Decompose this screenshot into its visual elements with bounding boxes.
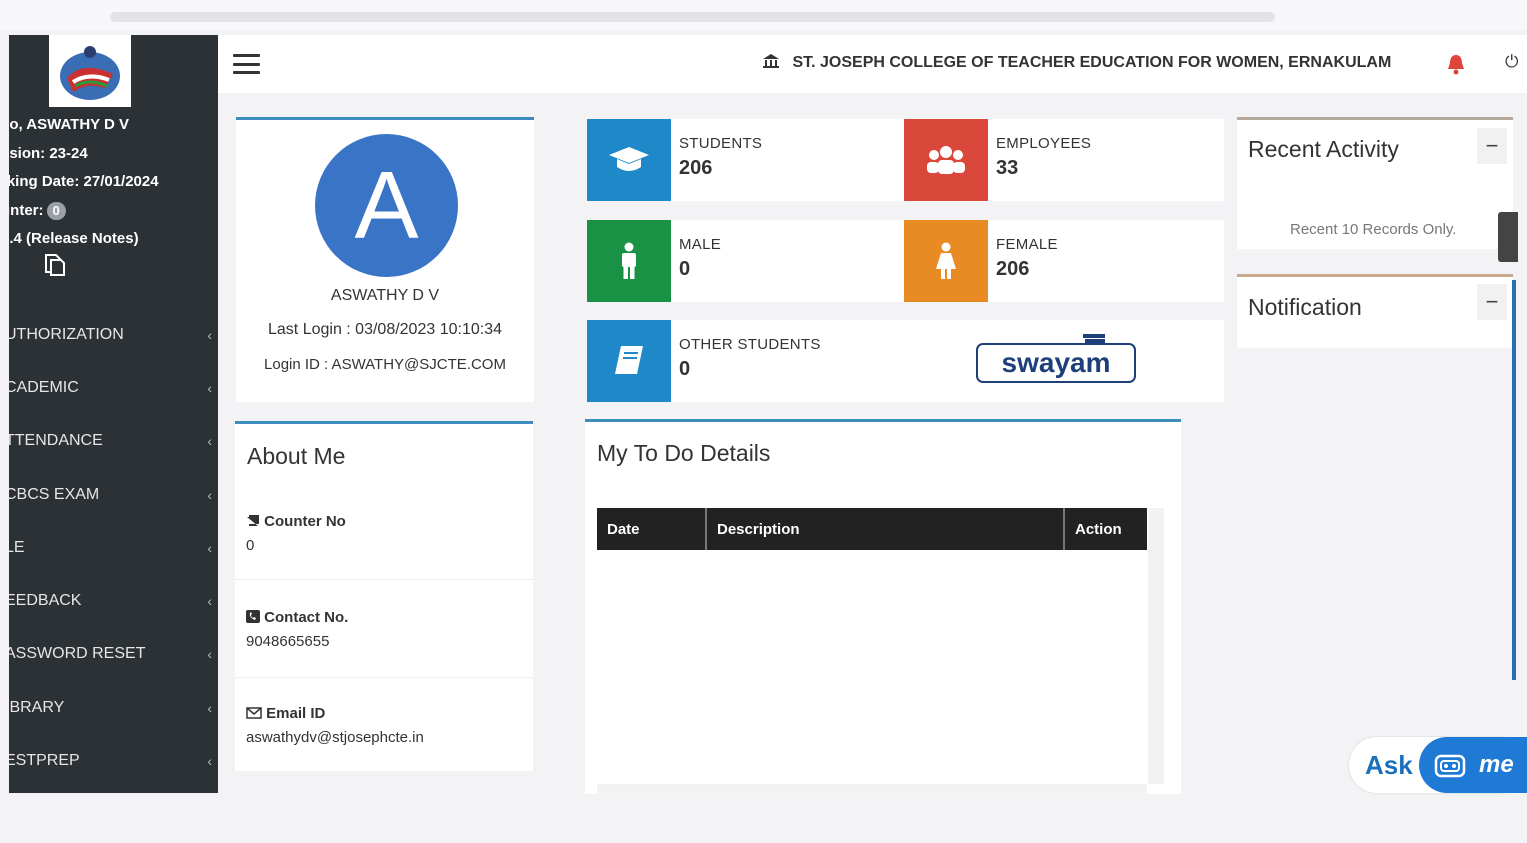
male-stat-box[interactable]: MALE 0: [587, 220, 907, 302]
divider: [235, 677, 533, 678]
copy-document-icon[interactable]: [43, 253, 67, 277]
about-me-title: About Me: [247, 443, 346, 469]
counter-no-label: Counter No: [246, 513, 346, 530]
notification-bell-icon[interactable]: [1446, 53, 1466, 75]
ask-me-button[interactable]: me: [1419, 737, 1527, 793]
robot-icon: [1433, 751, 1467, 786]
book-icon: [246, 513, 264, 530]
book-icon: [587, 320, 671, 402]
divider: [235, 579, 533, 580]
power-icon[interactable]: ⏻: [1505, 52, 1518, 72]
sidebar-item-file[interactable]: LE ‹: [9, 521, 218, 574]
sidebar-item-password-reset[interactable]: ASSWORD RESET ‹: [9, 628, 218, 681]
chevron-left-icon: ‹: [207, 433, 212, 450]
notification-card: Notification −: [1237, 274, 1513, 348]
other-students-stat-box[interactable]: OTHER STUDENTS 0: [587, 320, 907, 402]
chevron-left-icon: ‹: [207, 753, 212, 770]
user-session: ssion: 23-24: [9, 144, 88, 162]
swayam-logo-text: swayam: [1002, 347, 1111, 378]
counter-no-value: 0: [246, 537, 255, 554]
envelope-icon: [246, 705, 266, 722]
todo-card: My To Do Details Date Description Action: [585, 419, 1181, 794]
ask-me-text: me: [1479, 751, 1514, 778]
user-counter: unter:0: [9, 197, 210, 226]
column-date[interactable]: Date: [597, 508, 707, 550]
browser-top-strip: [0, 0, 1527, 30]
side-toggle-tab[interactable]: [1498, 212, 1518, 262]
sidebar-item-cbcs-exam[interactable]: CBCS EXAM ‹: [9, 468, 218, 521]
college-logo: [49, 35, 131, 107]
chevron-left-icon: ‹: [207, 646, 212, 663]
right-edge-accent: [1512, 280, 1516, 680]
ask-label: Ask: [1365, 750, 1413, 780]
chevron-left-icon: ‹: [207, 699, 212, 716]
sidebar-item-feedback[interactable]: EEDBACK ‹: [9, 574, 218, 627]
employees-count: 33: [996, 157, 1019, 179]
collapse-button[interactable]: −: [1477, 284, 1507, 320]
female-stat-box[interactable]: FEMALE 206: [904, 220, 1224, 302]
other-students-count: 0: [679, 358, 691, 380]
sidebar-item-authorization[interactable]: UTHORIZATION ‹: [9, 308, 218, 361]
contact-no-value: 9048665655: [246, 633, 330, 650]
column-description[interactable]: Description: [707, 508, 1065, 550]
collapse-button[interactable]: −: [1477, 128, 1507, 164]
phone-icon: [246, 609, 264, 626]
notification-title: Notification: [1248, 294, 1362, 320]
chevron-left-icon: ‹: [207, 539, 212, 556]
sidebar-menu: UTHORIZATION ‹ CADEMIC ‹ TTENDANCE ‹ CBCS E…: [9, 308, 218, 788]
sidebar-item-testprep[interactable]: ESTPREP ‹: [9, 734, 218, 787]
institution-icon: [762, 54, 792, 71]
column-action[interactable]: Action: [1065, 508, 1147, 550]
table-vertical-scrollbar[interactable]: [1148, 508, 1164, 784]
login-id: Login ID : ASWATHY@SJCTE.COM: [264, 356, 506, 373]
last-login: Last Login : 03/08/2023 10:10:34: [268, 321, 502, 338]
female-count: 206: [996, 258, 1030, 280]
profile-card: A ASWATHY D V Last Login : 03/08/2023 10…: [236, 117, 534, 402]
user-info: llo, ASWATHY D V ssion: 23-24 rking Date…: [9, 111, 218, 254]
male-count: 0: [679, 258, 691, 280]
college-title: ST. JOSEPH COLLEGE OF TEACHER EDUCATION …: [762, 53, 1391, 72]
chevron-left-icon: ‹: [207, 486, 212, 503]
top-scrollbar[interactable]: [110, 12, 1275, 22]
recent-activity-title: Recent Activity: [1248, 136, 1399, 162]
counter-badge: 0: [46, 201, 66, 220]
top-header: ST. JOSEPH COLLEGE OF TEACHER EDUCATION …: [218, 35, 1527, 93]
swayam-logo[interactable]: swayam: [975, 332, 1137, 387]
ask-me-widget[interactable]: Ask me: [1349, 737, 1527, 793]
students-count: 206: [679, 157, 713, 179]
students-stat-box[interactable]: STUDENTS 206: [587, 119, 907, 201]
male-icon: [587, 220, 671, 302]
recent-activity-card: Recent Activity − Recent 10 Records Only…: [1237, 117, 1513, 249]
chevron-left-icon: ‹: [207, 379, 212, 396]
contact-no-label: Contact No.: [246, 609, 348, 626]
sidebar-item-academic[interactable]: CADEMIC ‹: [9, 361, 218, 414]
todo-table-header: Date Description Action: [597, 508, 1147, 550]
recent-records-note: Recent 10 Records Only.: [1290, 221, 1457, 238]
sidebar-item-attendance[interactable]: TTENDANCE ‹: [9, 415, 218, 468]
profile-name: ASWATHY D V: [330, 287, 440, 304]
avatar: A: [315, 134, 458, 277]
table-horizontal-scrollbar[interactable]: [597, 784, 1147, 794]
email-label: Email ID: [246, 705, 325, 722]
email-value: aswathydv@stjosephcte.in: [246, 729, 424, 746]
release-notes-link[interactable]: 0.4 (Release Notes): [9, 225, 210, 254]
graduation-cap-icon: [587, 119, 671, 201]
user-working-date: rking Date: 27/01/2024: [9, 173, 159, 190]
chevron-left-icon: ‹: [207, 593, 212, 610]
female-icon: [904, 220, 988, 302]
employees-stat-box[interactable]: EMPLOYEES 33: [904, 119, 1224, 201]
users-group-icon: [904, 119, 988, 201]
sidebar-item-library[interactable]: IBRARY ‹: [9, 681, 218, 734]
todo-title: My To Do Details: [597, 440, 771, 466]
chevron-left-icon: ‹: [207, 326, 212, 343]
about-me-card: About Me Counter No 0 Contact No. 904866…: [235, 421, 533, 771]
sidebar: llo, ASWATHY D V ssion: 23-24 rking Date…: [9, 35, 218, 793]
hamburger-menu-icon[interactable]: [233, 54, 260, 74]
user-greeting: llo, ASWATHY D V: [9, 116, 130, 133]
